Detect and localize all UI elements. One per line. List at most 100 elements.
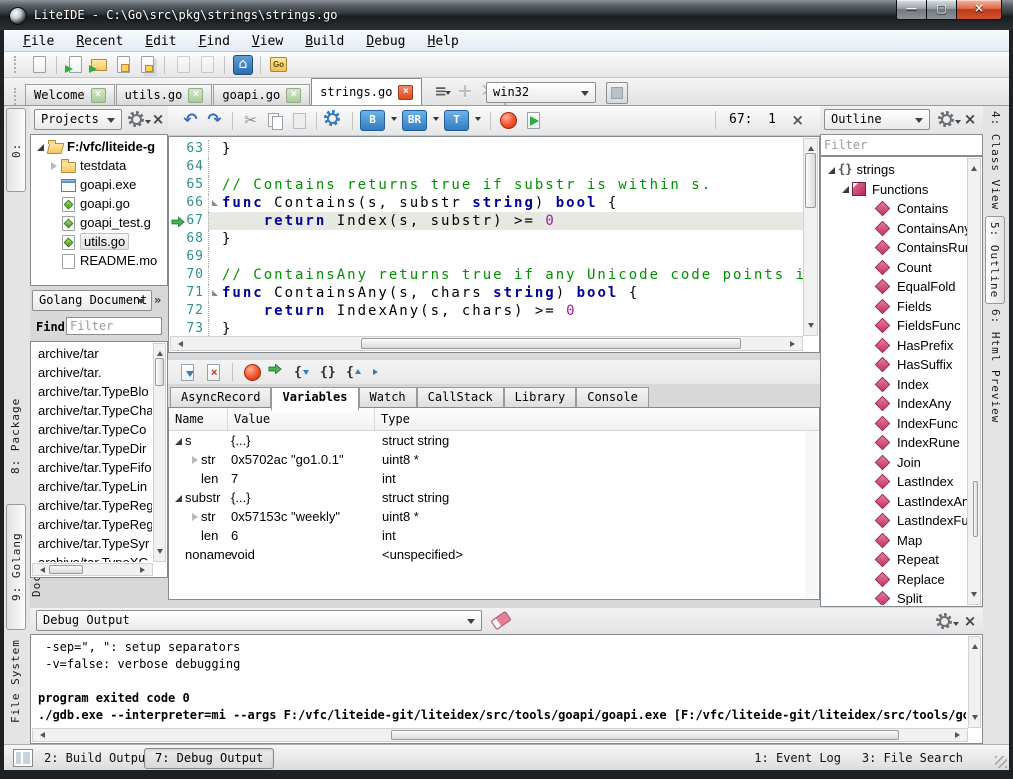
cut-icon[interactable] xyxy=(240,110,261,131)
run-to-icon[interactable]: {} xyxy=(372,362,393,383)
tab-welcome[interactable]: Welcome× xyxy=(25,84,115,105)
new-file-icon[interactable] xyxy=(28,54,49,75)
editor-close-icon[interactable]: × xyxy=(791,111,804,129)
step-into-icon[interactable]: {} xyxy=(294,362,315,383)
variable-row[interactable]: str0x57153c "weekly"uint8 * xyxy=(169,507,819,526)
golang-document-combo[interactable]: Golang Document xyxy=(32,290,152,311)
outline-function-item[interactable]: ContainsRune xyxy=(822,238,967,258)
code-line[interactable]: 64 xyxy=(170,158,803,176)
event-log-toggle[interactable]: 1: Event Log xyxy=(754,745,841,771)
variable-row[interactable]: len7int xyxy=(169,469,819,488)
code-line[interactable]: 73} xyxy=(170,320,803,336)
find-filter-input[interactable] xyxy=(66,317,162,335)
build-br-button[interactable]: BR xyxy=(402,110,427,131)
close-button[interactable]: × xyxy=(956,0,1002,20)
menu-build[interactable]: Build xyxy=(294,30,355,51)
expander-open-icon[interactable] xyxy=(35,141,47,153)
fold-marker-icon[interactable] xyxy=(212,290,218,296)
output-vscrollbar[interactable] xyxy=(968,636,981,728)
tabbar-grip[interactable] xyxy=(14,88,21,105)
variable-row[interactable]: substr{...}struct string xyxy=(169,488,819,507)
outline-function-item[interactable]: LastIndex xyxy=(822,472,967,492)
package-doc-item[interactable]: archive/tar.TypeFifo xyxy=(32,458,152,477)
open-file-icon[interactable] xyxy=(64,54,85,75)
tab-goapi-go[interactable]: goapi.go× xyxy=(213,84,310,105)
outline-function-item[interactable]: Count xyxy=(822,258,967,278)
outline-function-item[interactable]: FieldsFunc xyxy=(822,316,967,336)
sidebar-tab-file-system[interactable]: File System xyxy=(6,634,26,728)
build-b-dropdown-icon[interactable] xyxy=(391,117,397,124)
undo-icon[interactable] xyxy=(180,110,201,131)
step-over-icon[interactable]: {} xyxy=(320,362,341,383)
debug-output-toggle[interactable]: 7: Debug Output xyxy=(144,748,274,769)
package-doc-item[interactable]: archive/tar.TypeXG xyxy=(32,553,152,562)
package-doc-item[interactable]: archive/tar.TypeCo xyxy=(32,420,152,439)
maximize-button[interactable]: ▢ xyxy=(926,0,957,20)
tree-item[interactable]: utils.go xyxy=(31,232,167,251)
code-line[interactable]: 63} xyxy=(170,140,803,158)
menu-edit[interactable]: Edit xyxy=(134,30,187,51)
code-line[interactable]: 65// Contains returns true if substr is … xyxy=(170,176,803,194)
outline-function-item[interactable]: LastIndexAny xyxy=(822,492,967,512)
outline-vscroll-thumb[interactable] xyxy=(973,481,978,537)
tab-close-icon[interactable]: × xyxy=(91,88,106,103)
outline-function-item[interactable]: Fields xyxy=(822,297,967,317)
output-close-icon[interactable]: × xyxy=(962,613,978,629)
stop-icon[interactable] xyxy=(498,110,519,131)
package-doc-item[interactable]: archive/tar.TypeReg xyxy=(32,515,152,534)
variables-vscrollbar[interactable] xyxy=(805,431,818,598)
code-line[interactable]: 66func Contains(s, substr string) bool { xyxy=(170,194,803,212)
outline-function-item[interactable]: Index xyxy=(822,375,967,395)
titlebar[interactable]: LiteIDE - C:\Go\src\pkg\strings\strings.… xyxy=(0,0,1013,30)
editor-vscrollbar[interactable] xyxy=(803,138,818,336)
expander-open-icon[interactable] xyxy=(173,435,185,447)
copy-icon[interactable] xyxy=(264,110,285,131)
target-options-button[interactable] xyxy=(606,82,628,104)
sidebar-tab-4-class-view[interactable]: 4: Class View xyxy=(985,108,1005,214)
tab-close-icon[interactable]: × xyxy=(188,88,203,103)
outline-gear-icon[interactable] xyxy=(938,111,961,132)
package-doc-item[interactable]: archive/tar xyxy=(32,344,152,363)
tab-close-icon[interactable]: × xyxy=(398,85,413,100)
build-br-dropdown-icon[interactable] xyxy=(433,117,439,124)
expander-closed-icon[interactable] xyxy=(189,511,201,523)
output-gear-icon[interactable] xyxy=(936,613,959,634)
paste-icon[interactable] xyxy=(288,110,309,131)
tree-item[interactable]: goapi.exe xyxy=(31,175,167,194)
code-line[interactable]: 70// ContainsAny returns true if any Uni… xyxy=(170,266,803,284)
start-debug-icon[interactable] xyxy=(522,110,543,131)
variable-row[interactable]: s{...}struct string xyxy=(169,431,819,450)
panel-overflow-chevron-icon[interactable]: » xyxy=(154,293,161,307)
target-combo[interactable]: win32 xyxy=(486,82,596,103)
continue-icon[interactable] xyxy=(268,362,289,383)
debug-tab-console[interactable]: Console xyxy=(576,387,649,408)
outline-function-item[interactable]: HasSuffix xyxy=(822,355,967,375)
variables-column-header[interactable]: Value xyxy=(228,408,375,430)
package-doc-item[interactable]: archive/tar.TypeCha xyxy=(32,401,152,420)
package-doc-item[interactable]: archive/tar. xyxy=(32,363,152,382)
outline-function-item[interactable]: Repeat xyxy=(822,550,967,570)
expander-closed-icon[interactable] xyxy=(48,160,60,172)
debug-tab-asyncrecord[interactable]: AsyncRecord xyxy=(170,387,271,408)
outline-function-item[interactable]: Map xyxy=(822,531,967,551)
tree-item[interactable]: goapi.go xyxy=(31,194,167,213)
package-doc-item[interactable]: archive/tar.TypeDir xyxy=(32,439,152,458)
doc-export-icon[interactable] xyxy=(176,362,197,383)
doc-list-vscrollbar[interactable] xyxy=(153,343,166,562)
outline-function-item[interactable]: IndexAny xyxy=(822,394,967,414)
reload-file-icon[interactable] xyxy=(172,54,193,75)
projects-panel-combo[interactable]: Projects xyxy=(34,109,122,130)
tree-item[interactable]: F:/vfc/liteide-g xyxy=(31,137,167,156)
go-env-icon[interactable] xyxy=(268,54,289,75)
outline-function-item[interactable]: EqualFold xyxy=(822,277,967,297)
sidebar-tab-8-package-browser[interactable]: 8: Package Browser xyxy=(6,370,26,502)
tab-strings-go[interactable]: strings.go× xyxy=(311,78,422,105)
expander-open-icon[interactable] xyxy=(826,164,838,176)
menu-recent[interactable]: Recent xyxy=(65,30,134,51)
debug-tab-variables[interactable]: Variables xyxy=(271,387,358,411)
redo-icon[interactable] xyxy=(204,110,225,131)
stop-icon[interactable] xyxy=(242,362,263,383)
open-folder-icon[interactable] xyxy=(88,54,109,75)
outline-function-item[interactable]: Replace xyxy=(822,570,967,590)
save-file-icon[interactable] xyxy=(112,54,133,75)
